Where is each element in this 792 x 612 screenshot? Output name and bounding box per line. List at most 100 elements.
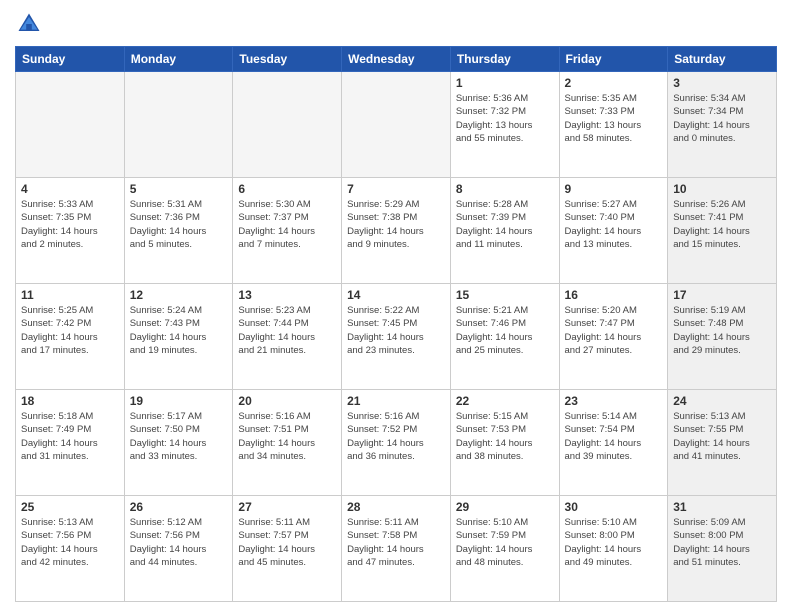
day-info: Sunrise: 5:34 AM Sunset: 7:34 PM Dayligh…	[673, 92, 771, 145]
calendar-cell: 26 Sunrise: 5:12 AM Sunset: 7:56 PM Dayli…	[124, 496, 233, 602]
day-info: Sunrise: 5:16 AM Sunset: 7:52 PM Dayligh…	[347, 410, 445, 463]
calendar-cell: 31Sunrise: 5:09 AM Sunset: 8:00 PM Dayli…	[668, 496, 777, 602]
day-number: 29	[456, 500, 554, 514]
day-number: 16	[565, 288, 663, 302]
day-info: Sunrise: 5:28 AM Sunset: 7:39 PM Dayligh…	[456, 198, 554, 251]
calendar-cell	[124, 72, 233, 178]
day-number: 4	[21, 182, 119, 196]
calendar-cell: 23Sunrise: 5:14 AM Sunset: 7:54 PM Dayli…	[559, 390, 668, 496]
day-number: 25	[21, 500, 119, 514]
calendar-cell: 8 Sunrise: 5:28 AM Sunset: 7:39 PM Daylig…	[450, 178, 559, 284]
day-info: Sunrise: 5:19 AM Sunset: 7:48 PM Dayligh…	[673, 304, 771, 357]
day-number: 2	[565, 76, 663, 90]
calendar-cell: 28 Sunrise: 5:11 AM Sunset: 7:58 PM Dayli…	[342, 496, 451, 602]
calendar-cell: 22 Sunrise: 5:15 AM Sunset: 7:53 PM Dayli…	[450, 390, 559, 496]
calendar-cell: 18 Sunrise: 5:18 AM Sunset: 7:49 PM Dayli…	[16, 390, 125, 496]
calendar-week-5: 25 Sunrise: 5:13 AM Sunset: 7:56 PM Dayli…	[16, 496, 777, 602]
day-number: 26	[130, 500, 228, 514]
day-info: Sunrise: 5:29 AM Sunset: 7:38 PM Dayligh…	[347, 198, 445, 251]
day-info: Sunrise: 5:18 AM Sunset: 7:49 PM Dayligh…	[21, 410, 119, 463]
calendar-cell	[233, 72, 342, 178]
day-info: Sunrise: 5:31 AM Sunset: 7:36 PM Dayligh…	[130, 198, 228, 251]
calendar-cell: 9 Sunrise: 5:27 AM Sunset: 7:40 PM Daylig…	[559, 178, 668, 284]
calendar-cell: 15 Sunrise: 5:21 AM Sunset: 7:46 PM Dayli…	[450, 284, 559, 390]
calendar-cell	[342, 72, 451, 178]
calendar-cell: 14Sunrise: 5:22 AM Sunset: 7:45 PM Dayli…	[342, 284, 451, 390]
day-info: Sunrise: 5:21 AM Sunset: 7:46 PM Dayligh…	[456, 304, 554, 357]
day-info: Sunrise: 5:25 AM Sunset: 7:42 PM Dayligh…	[21, 304, 119, 357]
calendar-cell: 24 Sunrise: 5:13 AM Sunset: 7:55 PM Dayli…	[668, 390, 777, 496]
day-info: Sunrise: 5:14 AM Sunset: 7:54 PM Dayligh…	[565, 410, 663, 463]
day-info: Sunrise: 5:26 AM Sunset: 7:41 PM Dayligh…	[673, 198, 771, 251]
calendar-cell: 16 Sunrise: 5:20 AM Sunset: 7:47 PM Dayli…	[559, 284, 668, 390]
calendar-cell: 17Sunrise: 5:19 AM Sunset: 7:48 PM Dayli…	[668, 284, 777, 390]
calendar-cell: 10Sunrise: 5:26 AM Sunset: 7:41 PM Dayli…	[668, 178, 777, 284]
day-number: 8	[456, 182, 554, 196]
day-number: 24	[673, 394, 771, 408]
calendar-table: SundayMondayTuesdayWednesdayThursdayFrid…	[15, 46, 777, 602]
logo	[15, 10, 47, 38]
calendar-cell: 25 Sunrise: 5:13 AM Sunset: 7:56 PM Dayli…	[16, 496, 125, 602]
day-info: Sunrise: 5:12 AM Sunset: 7:56 PM Dayligh…	[130, 516, 228, 569]
calendar-header-saturday: Saturday	[668, 47, 777, 72]
day-info: Sunrise: 5:36 AM Sunset: 7:32 PM Dayligh…	[456, 92, 554, 145]
day-info: Sunrise: 5:11 AM Sunset: 7:57 PM Dayligh…	[238, 516, 336, 569]
day-number: 6	[238, 182, 336, 196]
day-info: Sunrise: 5:30 AM Sunset: 7:37 PM Dayligh…	[238, 198, 336, 251]
page: SundayMondayTuesdayWednesdayThursdayFrid…	[0, 0, 792, 612]
day-info: Sunrise: 5:16 AM Sunset: 7:51 PM Dayligh…	[238, 410, 336, 463]
calendar-cell: 5 Sunrise: 5:31 AM Sunset: 7:36 PM Daylig…	[124, 178, 233, 284]
calendar-week-2: 4 Sunrise: 5:33 AM Sunset: 7:35 PM Daylig…	[16, 178, 777, 284]
day-number: 22	[456, 394, 554, 408]
calendar-cell: 27 Sunrise: 5:11 AM Sunset: 7:57 PM Dayli…	[233, 496, 342, 602]
calendar-cell: 6 Sunrise: 5:30 AM Sunset: 7:37 PM Daylig…	[233, 178, 342, 284]
calendar-header-sunday: Sunday	[16, 47, 125, 72]
day-number: 9	[565, 182, 663, 196]
day-number: 11	[21, 288, 119, 302]
day-info: Sunrise: 5:35 AM Sunset: 7:33 PM Dayligh…	[565, 92, 663, 145]
calendar-week-4: 18 Sunrise: 5:18 AM Sunset: 7:49 PM Dayli…	[16, 390, 777, 496]
day-number: 5	[130, 182, 228, 196]
day-info: Sunrise: 5:22 AM Sunset: 7:45 PM Dayligh…	[347, 304, 445, 357]
calendar-cell: 4 Sunrise: 5:33 AM Sunset: 7:35 PM Daylig…	[16, 178, 125, 284]
calendar-header-thursday: Thursday	[450, 47, 559, 72]
calendar-header-friday: Friday	[559, 47, 668, 72]
calendar-week-1: 1 Sunrise: 5:36 AM Sunset: 7:32 PM Daylig…	[16, 72, 777, 178]
day-number: 18	[21, 394, 119, 408]
calendar-cell: 20Sunrise: 5:16 AM Sunset: 7:51 PM Dayli…	[233, 390, 342, 496]
day-info: Sunrise: 5:27 AM Sunset: 7:40 PM Dayligh…	[565, 198, 663, 251]
calendar-cell: 13 Sunrise: 5:23 AM Sunset: 7:44 PM Dayli…	[233, 284, 342, 390]
day-info: Sunrise: 5:13 AM Sunset: 7:56 PM Dayligh…	[21, 516, 119, 569]
day-number: 19	[130, 394, 228, 408]
day-info: Sunrise: 5:10 AM Sunset: 7:59 PM Dayligh…	[456, 516, 554, 569]
day-number: 27	[238, 500, 336, 514]
calendar-cell: 11 Sunrise: 5:25 AM Sunset: 7:42 PM Dayli…	[16, 284, 125, 390]
calendar-header-wednesday: Wednesday	[342, 47, 451, 72]
calendar-header-row: SundayMondayTuesdayWednesdayThursdayFrid…	[16, 47, 777, 72]
day-number: 28	[347, 500, 445, 514]
header	[15, 10, 777, 38]
day-info: Sunrise: 5:11 AM Sunset: 7:58 PM Dayligh…	[347, 516, 445, 569]
day-number: 13	[238, 288, 336, 302]
day-number: 12	[130, 288, 228, 302]
calendar-header-tuesday: Tuesday	[233, 47, 342, 72]
day-info: Sunrise: 5:10 AM Sunset: 8:00 PM Dayligh…	[565, 516, 663, 569]
calendar-cell: 2 Sunrise: 5:35 AM Sunset: 7:33 PM Daylig…	[559, 72, 668, 178]
day-info: Sunrise: 5:17 AM Sunset: 7:50 PM Dayligh…	[130, 410, 228, 463]
day-info: Sunrise: 5:33 AM Sunset: 7:35 PM Dayligh…	[21, 198, 119, 251]
calendar-cell	[16, 72, 125, 178]
calendar-header-monday: Monday	[124, 47, 233, 72]
calendar-cell: 19 Sunrise: 5:17 AM Sunset: 7:50 PM Dayli…	[124, 390, 233, 496]
day-number: 1	[456, 76, 554, 90]
day-info: Sunrise: 5:20 AM Sunset: 7:47 PM Dayligh…	[565, 304, 663, 357]
day-number: 15	[456, 288, 554, 302]
day-number: 30	[565, 500, 663, 514]
day-number: 7	[347, 182, 445, 196]
calendar-cell: 21Sunrise: 5:16 AM Sunset: 7:52 PM Dayli…	[342, 390, 451, 496]
day-info: Sunrise: 5:13 AM Sunset: 7:55 PM Dayligh…	[673, 410, 771, 463]
calendar-cell: 1 Sunrise: 5:36 AM Sunset: 7:32 PM Daylig…	[450, 72, 559, 178]
day-info: Sunrise: 5:23 AM Sunset: 7:44 PM Dayligh…	[238, 304, 336, 357]
calendar-cell: 29 Sunrise: 5:10 AM Sunset: 7:59 PM Dayli…	[450, 496, 559, 602]
calendar-cell: 7 Sunrise: 5:29 AM Sunset: 7:38 PM Daylig…	[342, 178, 451, 284]
day-info: Sunrise: 5:15 AM Sunset: 7:53 PM Dayligh…	[456, 410, 554, 463]
